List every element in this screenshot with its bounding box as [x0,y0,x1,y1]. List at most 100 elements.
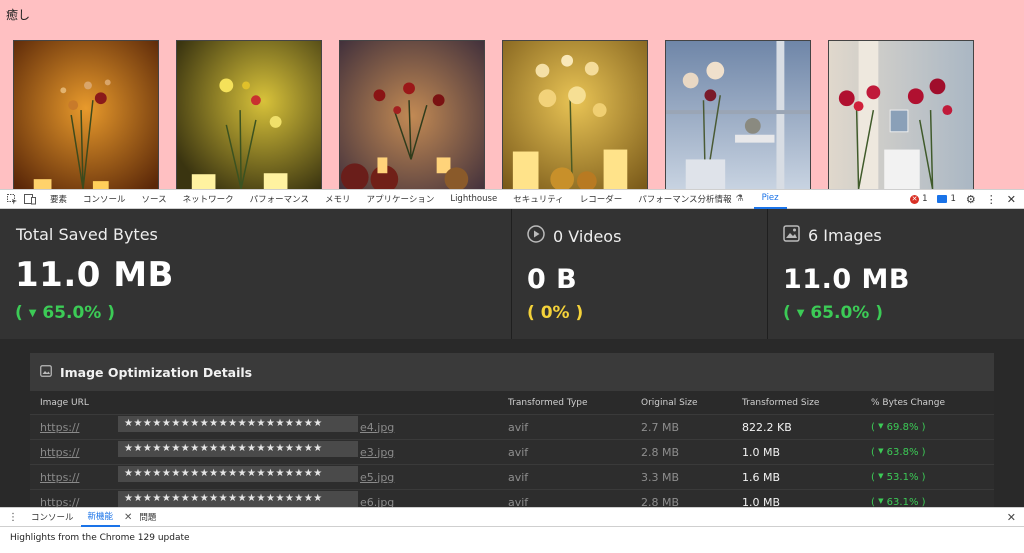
transformed-size: 822.2 KB [742,420,792,434]
details-title: Image Optimization Details [60,364,253,380]
col-transformed-size[interactable]: Transformed Size [742,398,871,408]
inspect-element-icon[interactable] [6,193,18,205]
message-count-badge[interactable]: 1 [937,194,956,204]
more-options-icon[interactable]: ⋮ [986,193,997,206]
transformed-type: avif [508,445,529,459]
original-size: 3.3 MB [641,470,680,484]
flower-photo-5[interactable] [665,40,811,190]
tab-performance-insights[interactable]: パフォーマンス分析情報 [630,189,731,209]
transformed-type: avif [508,470,529,484]
total-saved-value: 11.0 MB [15,255,174,295]
image-url-link[interactable]: https:// [40,471,79,484]
total-saved-card: Total Saved Bytes 11.0 MB ( ▼ 65.0% ) [0,209,512,339]
details-table: Image URL Transformed Type Original Size… [30,391,994,509]
images-value: 11.0 MB [783,264,910,295]
experimental-flask-icon: ⚗ [735,194,744,204]
image-url-suffix[interactable]: e4.jpg [360,421,394,434]
close-drawer-icon[interactable]: ✕ [1007,511,1016,524]
error-count-badge[interactable]: ✕ 1 [910,194,927,204]
down-triangle-icon: ▼ [878,446,884,455]
bytes-change: ( ▼ 63.1% ) [871,496,926,508]
col-original-size[interactable]: Original Size [641,398,742,408]
images-change: ( ▼ 65.0% ) [783,303,884,323]
col-image-url[interactable]: Image URL [30,398,508,408]
device-toggle-icon[interactable] [24,193,36,205]
total-saved-change: ( ▼ 65.0% ) [15,303,116,323]
page-title: 癒し [6,8,31,22]
redacted-url: ★★★★★★★★★★★★★★★★★★★★★ [118,465,358,482]
down-triangle-icon: ▼ [878,496,884,505]
table-row: https:// ★★★★★★★★★★★★★★★★★★★★★ e4.jpg avif… [30,415,994,440]
tab-network[interactable]: ネットワーク [175,189,242,209]
stats-row: Total Saved Bytes 11.0 MB ( ▼ 65.0% ) 0 … [0,209,1024,339]
images-card: 6 Images 11.0 MB ( ▼ 65.0% ) [768,209,1024,339]
drawer-menu-icon[interactable]: ⋮ [8,512,18,523]
web-page: 癒し [0,0,1024,190]
down-triangle-icon: ▼ [796,308,805,319]
image-url-suffix[interactable]: e5.jpg [360,471,394,484]
flower-photo-3[interactable] [339,40,485,190]
tab-application[interactable]: アプリケーション [358,189,442,209]
total-saved-label: Total Saved Bytes [16,225,158,244]
flower-photo-1[interactable] [13,40,159,190]
table-row: https:// ★★★★★★★★★★★★★★★★★★★★★ e5.jpg avif… [30,465,994,490]
redacted-url: ★★★★★★★★★★★★★★★★★★★★★ [118,440,358,457]
tab-console[interactable]: コンソール [75,189,134,209]
message-count: 1 [950,194,956,204]
redacted-url: ★★★★★★★★★★★★★★★★★★★★★ [118,415,358,432]
image-url-link[interactable]: https:// [40,446,79,459]
flower-photo-6[interactable] [828,40,974,190]
bytes-change: ( ▼ 69.8% ) [871,421,926,433]
image-optimization-details: Image Optimization Details Image URL Tra… [30,353,994,509]
image-icon [40,364,52,380]
transformed-size: 1.0 MB [742,445,781,459]
tab-performance[interactable]: パフォーマンス [242,189,317,209]
redacted-url: ★★★★★★★★★★★★★★★★★★★★★ [118,490,358,507]
down-triangle-icon: ▼ [878,471,884,480]
image-url-suffix[interactable]: e3.jpg [360,446,394,459]
drawer-tab-bar: ⋮ コンソール 新機能 ✕ 問題 ✕ [0,507,1024,527]
table-header-row: Image URL Transformed Type Original Size… [30,391,994,415]
tab-elements[interactable]: 要素 [42,189,75,209]
col-transformed-type[interactable]: Transformed Type [508,398,641,408]
piez-panel: Total Saved Bytes 11.0 MB ( ▼ 65.0% ) 0 … [0,209,1024,509]
videos-label: 0 Videos [553,226,622,246]
image-icon [783,225,800,246]
tab-memory[interactable]: メモリ [317,189,359,209]
videos-value: 0 B [527,264,578,295]
image-url-link[interactable]: https:// [40,421,79,434]
settings-gear-icon[interactable]: ⚙ [966,193,976,206]
drawer-tab-console[interactable]: コンソール [24,507,81,527]
close-tab-icon[interactable]: ✕ [124,512,132,523]
devtools-tab-bar: 要素 コンソール ソース ネットワーク パフォーマンス メモリ アプリケーション… [0,189,1024,209]
down-triangle-icon: ▼ [28,308,37,319]
tab-piez[interactable]: Piez [753,189,787,209]
table-row: https:// ★★★★★★★★★★★★★★★★★★★★★ e3.jpg avif… [30,440,994,465]
whats-new-content: Highlights from the Chrome 129 update [0,527,1024,553]
drawer-tab-issues[interactable]: 問題 [132,507,163,527]
original-size: 2.7 MB [641,420,680,434]
tab-security[interactable]: セキュリティ [505,189,572,209]
transformed-size: 1.6 MB [742,470,781,484]
tab-lighthouse[interactable]: Lighthouse [442,189,505,209]
tab-sources[interactable]: ソース [134,189,175,209]
bytes-change: ( ▼ 63.8% ) [871,446,926,458]
original-size: 2.8 MB [641,445,680,459]
close-devtools-icon[interactable]: ✕ [1007,193,1016,206]
images-label: 6 Images [808,226,882,245]
error-icon: ✕ [910,194,920,204]
videos-change: ( 0% ) [527,303,584,323]
videos-card: 0 Videos 0 B ( 0% ) [512,209,768,339]
col-bytes-change[interactable]: % Bytes Change [871,398,994,408]
tab-recorder[interactable]: レコーダー [572,189,631,209]
whats-new-headline[interactable]: Highlights from the Chrome 129 update [10,533,190,543]
drawer-tab-whats-new[interactable]: 新機能 [80,507,121,527]
details-header: Image Optimization Details [30,353,994,391]
flower-photo-2[interactable] [176,40,322,190]
message-icon [937,195,948,203]
flower-photo-4[interactable] [502,40,648,190]
down-triangle-icon: ▼ [878,421,884,430]
transformed-type: avif [508,420,529,434]
bytes-change: ( ▼ 53.1% ) [871,471,926,483]
error-count: 1 [922,194,928,204]
